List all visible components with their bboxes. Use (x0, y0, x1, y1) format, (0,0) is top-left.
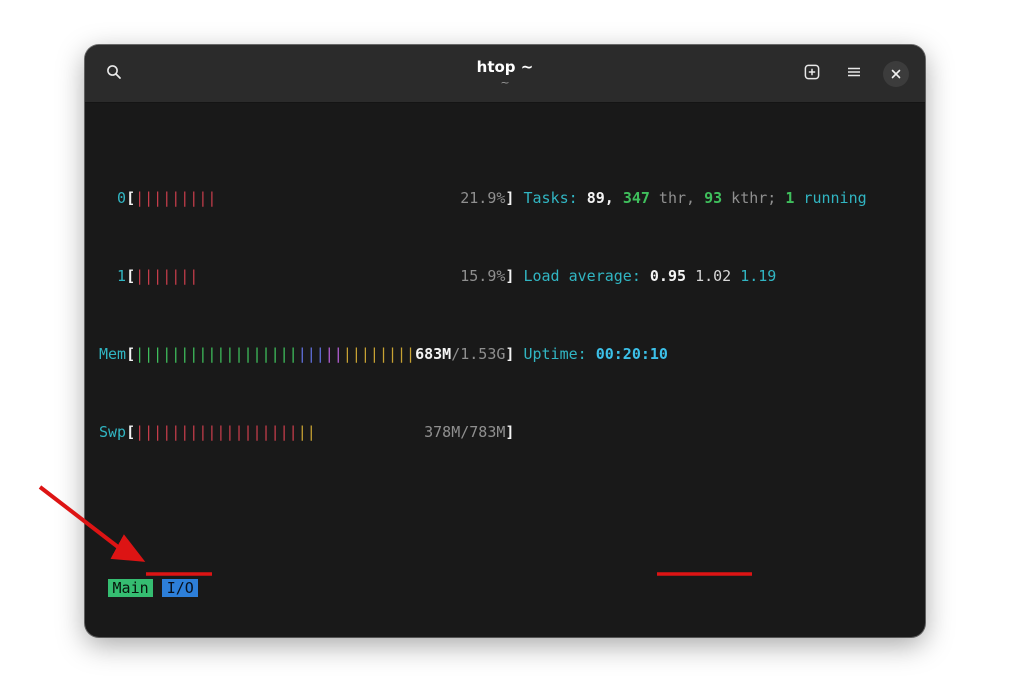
meter-segment: || (298, 423, 316, 441)
meter-segment: Uptime: (523, 345, 595, 363)
new-tab-button[interactable] (795, 57, 829, 91)
hamburger-menu-icon (846, 64, 862, 83)
terminal-content: 0[||||||||| 21.9%] Tasks: 89, 347 thr, 9… (85, 103, 925, 637)
meter-segment: ||||||||| (135, 189, 216, 207)
meter-segment: Swp (99, 423, 126, 441)
meter-segment: 00:20:10 (596, 345, 668, 363)
meter-segment: /1.53G (451, 345, 505, 363)
window-title: htop ~ (477, 59, 534, 76)
screen-tabs: Main I/O (99, 575, 911, 601)
meter-segment: ] (505, 423, 514, 441)
meter-segment (198, 267, 460, 285)
meter-segment: ||||||| (135, 267, 198, 285)
close-icon (883, 61, 909, 87)
meter-segment (316, 423, 424, 441)
meter-segment: 0.95 (650, 267, 695, 285)
memory-meter-line: Mem[|||||||||||||||||||||||||||||||683M/… (99, 341, 911, 367)
meter-segment: 89, (587, 189, 623, 207)
meter-segment: 347 (623, 189, 650, 207)
search-icon (106, 64, 122, 83)
meter-segment: 683M (415, 345, 451, 363)
tab-main[interactable]: Main (108, 579, 153, 597)
desktop-background: htop ~ ~ (0, 0, 1009, 681)
meter-segment: ||| (298, 345, 325, 363)
meter-segment: Mem (99, 345, 126, 363)
meter-segment: running (794, 189, 866, 207)
meter-segment: Load average: (523, 267, 649, 285)
window-subtitle: ~ (500, 76, 509, 89)
meter-segment: |||||||||||||||||| (135, 345, 298, 363)
meter-segment: [ (126, 423, 135, 441)
meter-segment: 15.9% (460, 267, 505, 285)
meter-segment: [ (126, 345, 135, 363)
blank-line (99, 497, 911, 523)
meter-segment: 21.9% (460, 189, 505, 207)
terminal-window: htop ~ ~ (85, 45, 925, 637)
meter-segment: |||||||||||||||||| (135, 423, 298, 441)
meter-segment: 1.19 (740, 267, 776, 285)
meter-segment: Tasks: (523, 189, 586, 207)
meter-segment: [ (126, 189, 135, 207)
meter-segment: 378M/783M (424, 423, 505, 441)
menu-button[interactable] (837, 57, 871, 91)
meter-segment (216, 189, 460, 207)
meter-segment: [ (126, 267, 135, 285)
swap-meter-line: Swp[|||||||||||||||||||| 378M/783M] (99, 419, 911, 445)
tab-io[interactable]: I/O (162, 579, 198, 597)
meter-segment: kthr; (722, 189, 785, 207)
meter-segment: 1.02 (695, 267, 740, 285)
meter-segment: 0 (99, 189, 126, 207)
meter-segment: 1 (99, 267, 126, 285)
new-tab-icon (804, 64, 820, 83)
headerbar-controls (795, 57, 913, 91)
search-button[interactable] (97, 57, 131, 91)
headerbar: htop ~ ~ (85, 45, 925, 103)
meter-segment: 93 (704, 189, 722, 207)
cpu1-meter-line: 1[||||||| 15.9%] Load average: 0.95 1.02… (99, 263, 911, 289)
close-button[interactable] (879, 57, 913, 91)
meter-segment: |||||||| (343, 345, 415, 363)
meter-segment: thr, (650, 189, 704, 207)
meter-segment: || (325, 345, 343, 363)
cpu0-meter-line: 0[||||||||| 21.9%] Tasks: 89, 347 thr, 9… (99, 185, 911, 211)
